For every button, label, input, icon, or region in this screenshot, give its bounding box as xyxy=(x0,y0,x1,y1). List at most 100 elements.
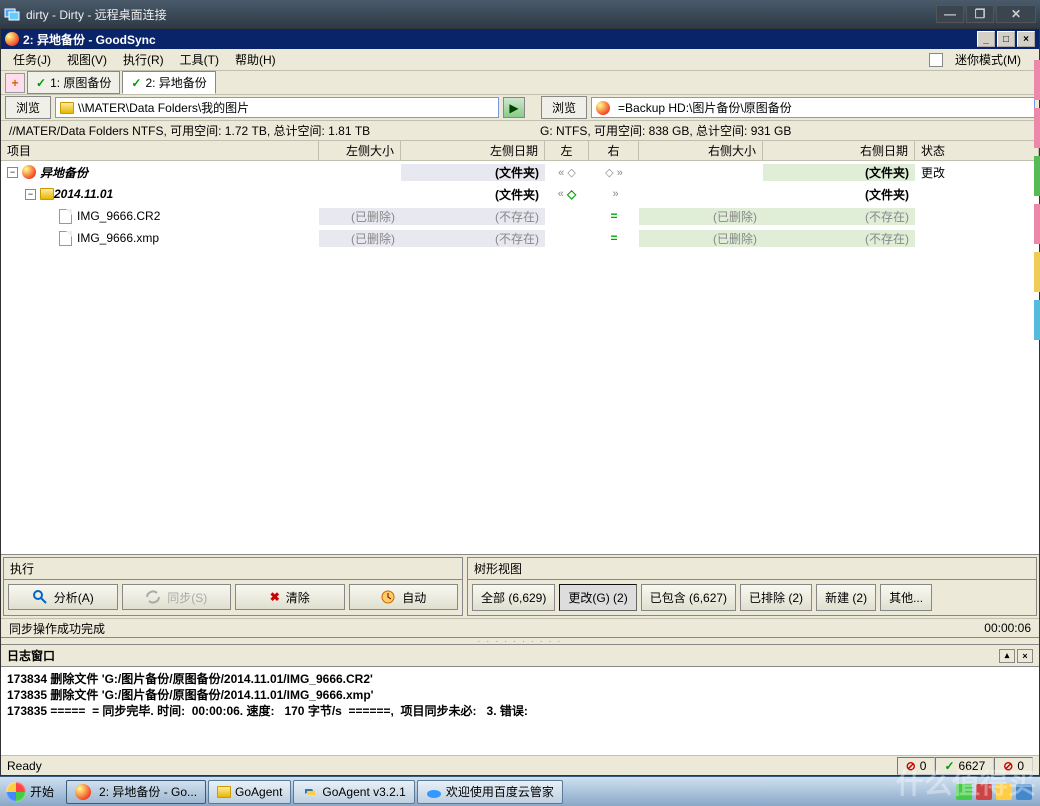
menu-view[interactable]: 视图(V) xyxy=(59,49,115,70)
status-message: 同步操作成功完成 xyxy=(9,620,984,637)
filter-excluded-button[interactable]: 已排除 (2) xyxy=(740,584,812,611)
log-expand-button[interactable]: ▴ xyxy=(999,649,1015,663)
taskbar-item-goagent-folder[interactable]: GoAgent xyxy=(208,780,291,804)
tree-toggle[interactable]: − xyxy=(25,189,36,200)
grid-row-root[interactable]: − 异地备份 (文件夹) « ◇ ◇ » (文件夹) 更改 xyxy=(1,161,1039,183)
tab-job-2[interactable]: ✓2: 异地备份 xyxy=(122,71,215,94)
goodsync-icon xyxy=(75,784,91,800)
exec-panel-title: 执行 xyxy=(4,558,462,580)
right-browse-button[interactable]: 浏览 xyxy=(541,96,587,119)
col-right[interactable]: 右 xyxy=(589,141,639,160)
magnifier-icon xyxy=(32,589,48,605)
python-icon xyxy=(302,784,318,800)
minimode-icon xyxy=(929,53,943,67)
tray-icon[interactable] xyxy=(976,784,992,800)
folder-icon xyxy=(60,102,74,114)
goodsync-titlebar: 2: 异地备份 - GoodSync _ □ × xyxy=(1,29,1039,49)
file-grid: 项目 左侧大小 左侧日期 左 右 右侧大小 右侧日期 状态 − 异地备份 xyxy=(1,141,1039,554)
minimode-button[interactable]: 迷你模式(M) xyxy=(929,49,1035,70)
left-space-info: //MATER/Data Folders NTFS, 可用空间: 1.72 TB… xyxy=(9,122,500,139)
rdp-title: dirty - Dirty - 远程桌面连接 xyxy=(26,6,934,23)
sync-arrows-icon: « xyxy=(558,188,567,200)
add-job-button[interactable]: + xyxy=(5,73,25,93)
clock-icon xyxy=(380,589,396,605)
col-right-size[interactable]: 右侧大小 xyxy=(639,141,763,160)
analyze-button[interactable]: 分析(A) xyxy=(8,584,118,610)
system-tray[interactable] xyxy=(950,784,1038,800)
left-browse-button[interactable]: 浏览 xyxy=(5,96,51,119)
filter-all-button[interactable]: 全部 (6,629) xyxy=(472,584,555,611)
sync-arrows-icon: « ◇ xyxy=(558,166,576,179)
error-icon: ⊘ xyxy=(906,759,916,773)
goodsync-icon xyxy=(596,101,610,115)
job-tabs: + ✓1: 原图备份 ✓2: 异地备份 xyxy=(1,71,1039,95)
sync-arrows-icon: ◇ » xyxy=(605,166,623,179)
menu-tools[interactable]: 工具(T) xyxy=(172,49,227,70)
auto-button[interactable]: 自动 xyxy=(349,584,459,610)
taskbar-item-baidu[interactable]: 欢迎使用百度云管家 xyxy=(417,780,563,804)
sync-center-icon: ◇ xyxy=(567,187,576,201)
col-status[interactable]: 状态 xyxy=(915,141,1039,160)
tray-icon[interactable] xyxy=(996,784,1012,800)
rdp-minimize-button[interactable]: — xyxy=(936,5,964,23)
sync-icon xyxy=(145,589,161,605)
log-title: 日志窗口 xyxy=(7,647,55,664)
gs-close-button[interactable]: × xyxy=(1017,31,1035,47)
taskbar-item-goodsync[interactable]: 2: 异地备份 - Go... xyxy=(66,780,206,804)
col-left[interactable]: 左 xyxy=(545,141,589,160)
taskbar-item-goagent-app[interactable]: GoAgent v3.2.1 xyxy=(293,780,414,804)
cloud-icon xyxy=(426,784,442,800)
sync-equal-icon: = xyxy=(610,209,617,223)
goodsync-icon xyxy=(5,32,19,46)
error-icon: ⊘ xyxy=(1003,759,1013,773)
clear-button[interactable]: ✖ 清除 xyxy=(235,584,345,610)
sync-button[interactable]: 同步(S) xyxy=(122,584,232,610)
counter-ok: ✓6627 xyxy=(935,757,994,775)
taskbar: 开始 2: 异地备份 - Go... GoAgent GoAgent v3.2.… xyxy=(0,776,1040,806)
grid-row-folder[interactable]: − 2014.11.01 (文件夹) « ◇ » (文件夹) xyxy=(1,183,1039,205)
counter-errors: ⊘0 xyxy=(897,757,936,775)
tree-toggle[interactable]: − xyxy=(7,167,18,178)
rdp-icon xyxy=(4,6,20,22)
tray-icon[interactable] xyxy=(956,784,972,800)
filter-changed-button[interactable]: 更改(G) (2) xyxy=(559,584,636,611)
file-icon xyxy=(59,231,72,246)
check-icon: ✓ xyxy=(944,759,954,773)
goodsync-title: 2: 异地备份 - GoodSync xyxy=(23,31,975,48)
sync-arrows-icon: » xyxy=(609,188,618,200)
col-left-date[interactable]: 左侧日期 xyxy=(401,141,545,160)
col-left-size[interactable]: 左侧大小 xyxy=(319,141,401,160)
grid-row-file[interactable]: IMG_9666.CR2 (已删除) (不存在) = (已删除) (不存在) xyxy=(1,205,1039,227)
tray-icon[interactable] xyxy=(1016,784,1032,800)
rdp-close-button[interactable]: ✕ xyxy=(996,5,1036,23)
left-path-field[interactable]: \\MATER\Data Folders\我的图片 xyxy=(55,97,499,118)
windows-icon xyxy=(6,782,26,802)
rdp-maximize-button[interactable]: ❐ xyxy=(966,5,994,23)
menu-help[interactable]: 帮助(H) xyxy=(227,49,284,70)
menubar: 任务(J) 视图(V) 执行(R) 工具(T) 帮助(H) 迷你模式(M) xyxy=(1,49,1039,71)
delete-icon: ✖ xyxy=(270,590,280,604)
file-icon xyxy=(59,209,72,224)
col-right-date[interactable]: 右侧日期 xyxy=(763,141,915,160)
rdp-titlebar: dirty - Dirty - 远程桌面连接 — ❐ ✕ xyxy=(0,0,1040,28)
col-item[interactable]: 项目 xyxy=(1,141,319,160)
grid-row-file[interactable]: IMG_9666.xmp (已删除) (不存在) = (已删除) (不存在) xyxy=(1,227,1039,249)
filter-new-button[interactable]: 新建 (2) xyxy=(816,584,876,611)
left-go-button[interactable]: ▶ xyxy=(503,97,525,118)
gs-maximize-button[interactable]: □ xyxy=(997,31,1015,47)
tab-job-1[interactable]: ✓1: 原图备份 xyxy=(27,71,120,94)
log-close-button[interactable]: × xyxy=(1017,649,1033,663)
side-ribbon xyxy=(1034,60,1040,740)
filter-other-button[interactable]: 其他... xyxy=(880,584,932,611)
treeview-panel-title: 树形视图 xyxy=(468,558,1036,580)
gs-minimize-button[interactable]: _ xyxy=(977,31,995,47)
folder-icon xyxy=(217,786,231,798)
counter-warn: ⊘0 xyxy=(994,757,1033,775)
menu-run[interactable]: 执行(R) xyxy=(115,49,172,70)
log-body[interactable]: 173834 删除文件 'G:/图片备份/原图备份/2014.11.01/IMG… xyxy=(1,667,1039,755)
menu-task[interactable]: 任务(J) xyxy=(5,49,59,70)
start-button[interactable]: 开始 xyxy=(2,780,64,804)
filter-included-button[interactable]: 已包含 (6,627) xyxy=(641,584,736,611)
right-path-field[interactable]: =Backup HD:\图片备份\原图备份 xyxy=(591,97,1035,118)
folder-icon xyxy=(40,188,54,200)
